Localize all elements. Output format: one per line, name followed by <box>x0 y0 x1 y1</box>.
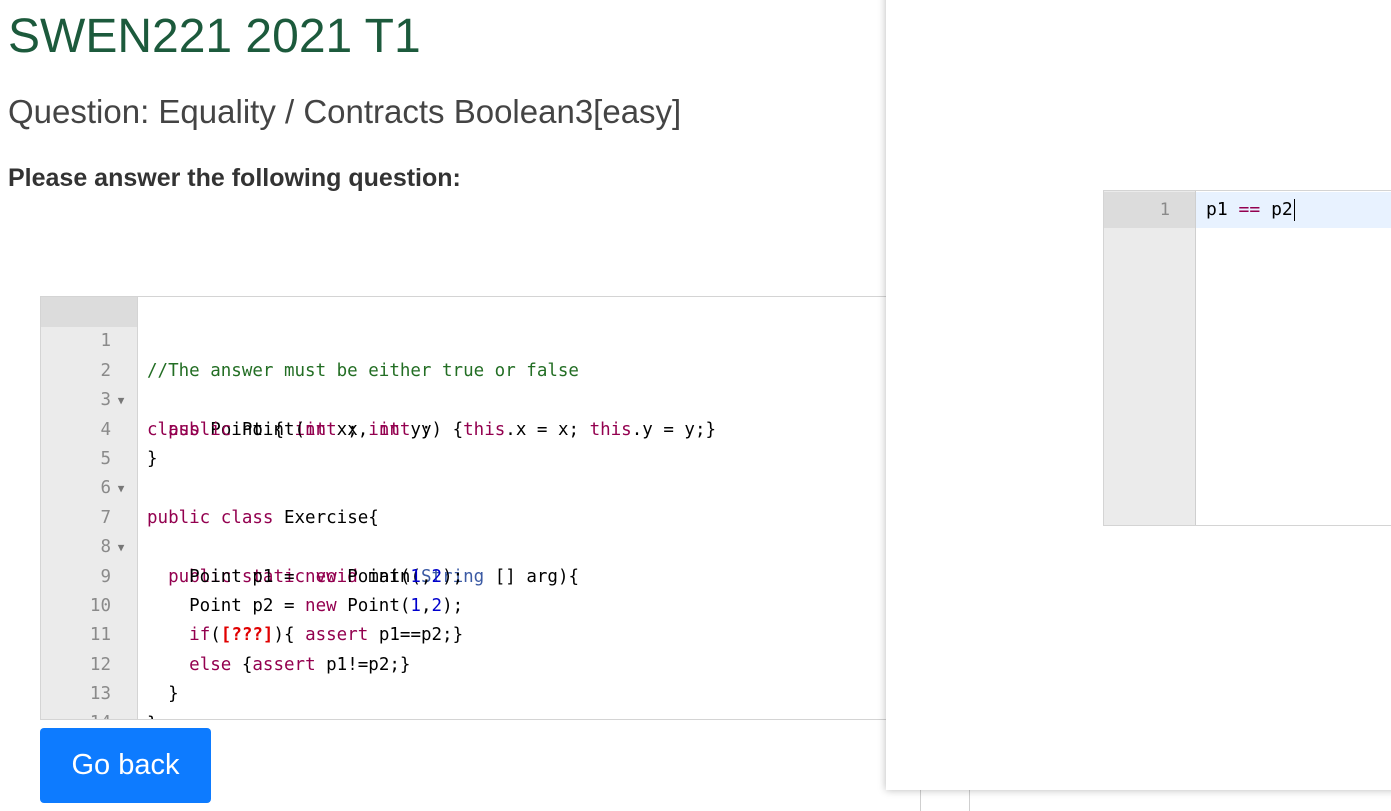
go-back-button[interactable]: Go back <box>40 728 211 803</box>
answer-editor[interactable]: 1 p1 == p2 <box>1103 190 1391 526</box>
scrollbar-track[interactable] <box>920 790 970 811</box>
answer-input-text[interactable]: p1 == p2 <box>1206 192 1295 228</box>
code-line: 13 } <box>41 651 901 719</box>
code-line: 3 public Point(int x, int y) {this.x = x… <box>41 357 901 439</box>
code-line: 7 ▼ public static void main(String [] ar… <box>41 474 901 587</box>
code-lines: 1 //The answer must be either true or fa… <box>41 298 901 719</box>
answer-line-number: 1 <box>1159 200 1170 220</box>
answer-gutter <box>1104 191 1196 525</box>
page-title: SWEN221 2021 T1 <box>8 10 421 63</box>
question-title: Question: Equality / Contracts Boolean3[… <box>8 93 682 130</box>
question-code-editor: 1 //The answer must be either true or fa… <box>40 296 901 720</box>
code-text: } <box>147 710 158 720</box>
line-number: 14 <box>41 709 111 719</box>
code-line: 1 //The answer must be either true or fa… <box>41 298 901 380</box>
code-line: 9 Point p2 = new Point(1,2); <box>41 533 901 616</box>
code-line: 11 else {assert p1!=p2;} <box>41 592 901 674</box>
text-cursor <box>1293 199 1295 221</box>
code-line: 14 <box>41 680 901 719</box>
code-line: 2 ▼ class Point { int x; int y; <box>41 327 901 440</box>
code-line: 12 } <box>41 621 901 704</box>
code-line: 10 if([???]){ assert p1==p2;} <box>41 563 901 645</box>
code-line: 8 Point p1 = new Point(1,2); <box>41 504 901 586</box>
code-line: 5 ▼ public class Exercise{ <box>41 416 901 528</box>
question-prompt: Please answer the following question: <box>8 164 461 192</box>
code-line: 4 } <box>41 386 901 469</box>
code-line: 6 <box>41 445 901 498</box>
